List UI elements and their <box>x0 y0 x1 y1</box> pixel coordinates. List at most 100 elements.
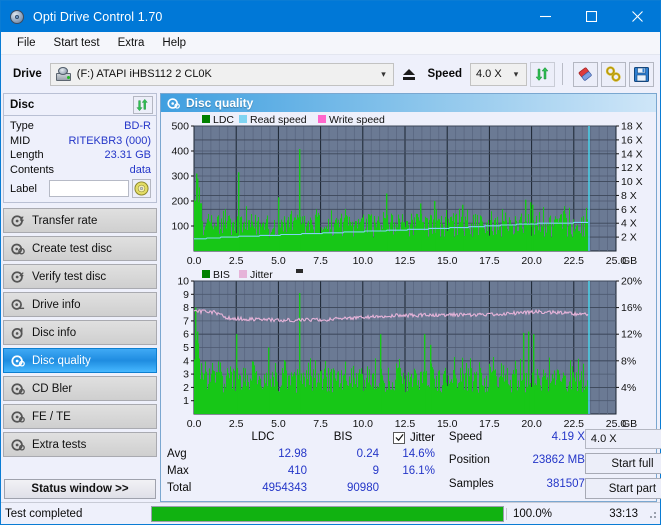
menu-help[interactable]: Help <box>153 35 195 51</box>
menu-bar: File Start test Extra Help <box>1 32 660 55</box>
disc-row-mid: MID RITEKBR3 (000) <box>10 134 151 149</box>
window-title: Opti Drive Control 1.70 <box>33 9 163 24</box>
extra-tests-icon <box>11 438 25 451</box>
panel-title: Disc quality <box>186 96 254 110</box>
svg-text:10 X: 10 X <box>621 176 643 188</box>
position-label: Position <box>448 454 490 467</box>
charts-container: LDC Read speed Write speed 100 200 300 400 500 2… <box>161 112 656 430</box>
svg-text:500: 500 <box>171 121 189 133</box>
position-value: 23862 MB <box>532 454 585 467</box>
save-button[interactable] <box>629 61 654 87</box>
svg-text:100: 100 <box>171 221 189 233</box>
sidebar-item-label: CD Bler <box>32 382 73 395</box>
menu-extra[interactable]: Extra <box>109 35 154 51</box>
stats-avg-jitter: 14.6% <box>402 448 435 460</box>
chevron-down-icon: ▾ <box>381 68 386 79</box>
sidebar-item-drive-info[interactable]: Drive info <box>3 292 157 317</box>
disc-info-panel: Disc Type BD-R MID RITEKBR3 (000) Length… <box>3 93 157 203</box>
erase-button[interactable] <box>573 61 598 87</box>
refresh-button[interactable] <box>530 61 555 87</box>
refresh-icon <box>136 98 148 111</box>
svg-text:20.0: 20.0 <box>521 255 542 267</box>
disc-row-type: Type BD-R <box>10 119 151 134</box>
top-chart-svg: LDC Read speed Write speed 100 200 300 400 500 2… <box>171 114 643 267</box>
disc-verify-icon <box>11 270 24 283</box>
jitter-block: Jitter 14.6% 16.1% <box>393 429 435 499</box>
svg-text:10: 10 <box>177 276 189 288</box>
speed-position-block: Speed 4.19 X Position 23862 MB Samples 3… <box>449 429 585 499</box>
panel-header: Disc quality <box>161 94 656 112</box>
jitter-checkbox[interactable] <box>393 431 405 444</box>
disc-type-value: BD-R <box>124 120 151 132</box>
speed-select[interactable]: 4.0 X ▾ <box>470 62 527 86</box>
svg-text:2 X: 2 X <box>621 232 637 244</box>
svg-text:12.5: 12.5 <box>395 255 416 267</box>
minimize-icon[interactable] <box>522 1 568 32</box>
samples-value: 381507 <box>546 477 585 490</box>
start-part-button[interactable]: Start part <box>584 478 661 499</box>
elapsed-time: 33:13 <box>609 507 638 520</box>
disc-row-length: Length 23.31 GB <box>10 148 151 163</box>
menu-file[interactable]: File <box>8 35 45 51</box>
svg-text:5.0: 5.0 <box>271 418 286 430</box>
main-area: Disc quality LDC Read speed Write speed 100… <box>159 93 661 502</box>
sidebar-item-cd-bler[interactable]: CD Bler <box>3 376 157 401</box>
sidebar-item-disc-quality[interactable]: Disc quality <box>3 348 157 373</box>
sidebar-item-verify-test-disc[interactable]: Verify test disc <box>3 264 157 289</box>
svg-text:400: 400 <box>171 146 189 158</box>
svg-text:6: 6 <box>183 329 189 341</box>
svg-text:10.0: 10.0 <box>353 418 374 430</box>
speed-select-value: 4.0 X <box>476 68 502 80</box>
drive-icon <box>55 66 73 82</box>
status-window-button[interactable]: Status window >> <box>4 479 156 499</box>
disc-panel-title: Disc <box>10 98 35 111</box>
svg-text:2.5: 2.5 <box>229 418 244 430</box>
svg-text:20.0: 20.0 <box>521 418 542 430</box>
svg-text:10.0: 10.0 <box>353 255 374 267</box>
svg-text:3: 3 <box>183 369 189 381</box>
svg-text:12 X: 12 X <box>621 162 643 174</box>
sidebar: Disc Type BD-R MID RITEKBR3 (000) Length… <box>1 93 159 502</box>
sidebar-item-disc-info[interactable]: Disc info <box>3 320 157 345</box>
eject-button[interactable] <box>396 62 422 86</box>
resize-grip[interactable] <box>646 508 658 520</box>
sidebar-item-transfer-rate[interactable]: Transfer rate <box>3 208 157 233</box>
disc-label-input[interactable] <box>49 180 129 197</box>
start-full-button[interactable]: Start full <box>584 453 661 474</box>
svg-text:Jitter: Jitter <box>250 269 273 281</box>
disc-contents-value: data <box>129 163 151 176</box>
drive-select[interactable]: (F:) ATAPI iHBS112 2 CL0K ▾ <box>49 62 395 86</box>
sidebar-item-fe-te[interactable]: FE / TE <box>3 404 157 429</box>
close-icon[interactable] <box>614 1 660 32</box>
menu-start-test[interactable]: Start test <box>45 35 109 51</box>
svg-text:2.5: 2.5 <box>229 255 244 267</box>
svg-text:BIS: BIS <box>213 269 230 281</box>
test-speed-select[interactable]: 4.0 X ▾ <box>584 429 661 449</box>
sidebar-item-create-test-disc[interactable]: Create test disc <box>3 236 157 261</box>
statistics-panel: LDC BIS Avg 12.98 0.24 Max 410 9 Total 4… <box>161 426 661 501</box>
tools-button[interactable] <box>601 61 626 87</box>
body-area: Disc Type BD-R MID RITEKBR3 (000) Length… <box>1 93 661 502</box>
disc-create-icon <box>11 243 25 255</box>
stats-row-total-label: Total <box>167 482 192 494</box>
svg-text:15.0: 15.0 <box>437 418 458 430</box>
title-bar: Opti Drive Control 1.70 <box>1 1 660 32</box>
disc-quality-icon <box>167 97 180 109</box>
drive-select-value: (F:) ATAPI iHBS112 2 CL0K <box>76 68 212 80</box>
tools-icon <box>605 65 621 82</box>
maximize-icon[interactable] <box>568 1 614 32</box>
sidebar-item-label: Verify test disc <box>32 270 107 283</box>
disc-rows: Type BD-R MID RITEKBR3 (000) Length 23.3… <box>4 116 156 202</box>
svg-text:8%: 8% <box>621 355 636 367</box>
fe-te-icon <box>11 410 25 423</box>
disc-icon <box>9 9 25 25</box>
disc-icon <box>134 181 149 196</box>
disc-label-key: Label <box>10 182 37 195</box>
disc-label-button[interactable] <box>132 179 151 198</box>
samples-label: Samples <box>448 477 494 490</box>
application-window: Opti Drive Control 1.70 File Start test … <box>0 0 661 525</box>
sidebar-item-extra-tests[interactable]: Extra tests <box>3 432 157 457</box>
svg-text:LDC: LDC <box>213 114 234 126</box>
disc-refresh-button[interactable] <box>133 95 153 114</box>
svg-text:15.0: 15.0 <box>437 255 458 267</box>
